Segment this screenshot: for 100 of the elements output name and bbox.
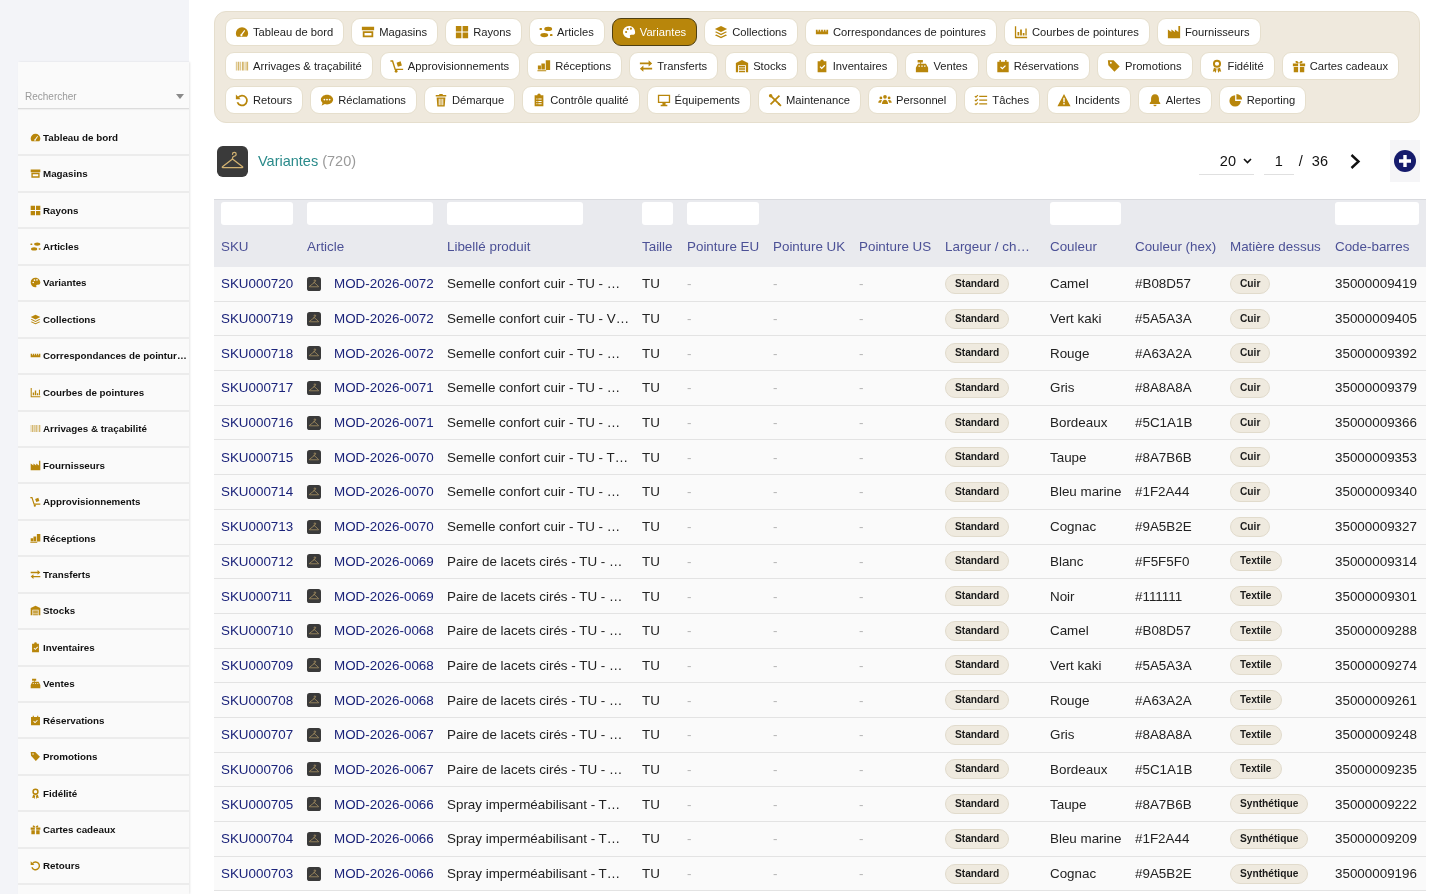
sku-link[interactable]: SKU000709 bbox=[221, 657, 294, 673]
article-link[interactable]: MOD-2026-0068 bbox=[334, 623, 434, 639]
sku-link[interactable]: SKU000708 bbox=[221, 692, 294, 708]
page-size-select[interactable]: 20 bbox=[1198, 147, 1254, 175]
next-page-button[interactable] bbox=[1349, 152, 1361, 170]
article-link[interactable]: MOD-2026-0071 bbox=[334, 380, 434, 396]
nav-tab[interactable]: Collections bbox=[704, 18, 798, 46]
sidebar-item[interactable]: Fidélité bbox=[18, 775, 189, 813]
nav-tab[interactable]: Réceptions bbox=[527, 52, 623, 80]
sku-link[interactable]: SKU000710 bbox=[221, 623, 294, 639]
sku-link[interactable]: SKU000717 bbox=[221, 380, 294, 396]
sidebar-item[interactable]: Ventes bbox=[18, 666, 189, 703]
nav-tab[interactable]: Ventes bbox=[905, 52, 979, 80]
nav-tab[interactable]: Arrivages & traçabilité bbox=[225, 52, 373, 80]
sidebar-item[interactable]: Tableau de bord bbox=[18, 120, 189, 157]
article-link[interactable]: MOD-2026-0072 bbox=[334, 311, 434, 327]
sidebar-item[interactable]: Arrivages & traçabilité bbox=[18, 411, 189, 448]
sku-link[interactable]: SKU000711 bbox=[221, 588, 293, 604]
nav-tab[interactable]: Réclamations bbox=[310, 86, 417, 114]
nav-tab[interactable]: Inventaires bbox=[804, 52, 899, 80]
article-link[interactable]: MOD-2026-0068 bbox=[334, 692, 434, 708]
article-link[interactable]: MOD-2026-0066 bbox=[334, 866, 434, 882]
nav-tab[interactable]: Alertes bbox=[1137, 86, 1212, 114]
sku-link[interactable]: SKU000705 bbox=[221, 796, 294, 812]
nav-tab[interactable]: Fournisseurs bbox=[1156, 18, 1261, 46]
nav-tab[interactable]: Magasins bbox=[351, 18, 439, 46]
nav-tab[interactable]: Cartes cadeaux bbox=[1281, 52, 1399, 80]
sidebar-item[interactable]: Collections bbox=[18, 302, 189, 339]
sidebar-item[interactable]: Réservations bbox=[18, 703, 189, 740]
sku-link[interactable]: SKU000707 bbox=[221, 727, 294, 743]
nav-tab[interactable]: Contrôle qualité bbox=[522, 86, 640, 114]
table-cell: Semelle confort cuir - TU - … bbox=[447, 380, 621, 396]
nav-tab[interactable]: Démarque bbox=[423, 86, 516, 114]
nav-tab[interactable]: Personnel bbox=[867, 86, 958, 114]
table-cell: - bbox=[773, 866, 778, 882]
sidebar-item[interactable]: Courbes de pointures bbox=[18, 375, 189, 412]
sidebar-item[interactable]: Retours bbox=[18, 848, 189, 886]
article-link[interactable]: MOD-2026-0066 bbox=[334, 796, 434, 812]
article-link[interactable]: MOD-2026-0071 bbox=[334, 415, 434, 431]
article-link[interactable]: MOD-2026-0067 bbox=[334, 727, 434, 743]
nav-tab[interactable]: Tableau de bord bbox=[225, 18, 345, 46]
sidebar-item[interactable]: Transferts bbox=[18, 557, 189, 594]
nav-tab[interactable]: Incidents bbox=[1047, 86, 1131, 114]
sidebar-item[interactable]: Articles bbox=[18, 229, 189, 266]
table-cell: - bbox=[859, 831, 864, 847]
sidebar-item[interactable]: Variantes bbox=[18, 265, 189, 303]
article-link[interactable]: MOD-2026-0072 bbox=[334, 276, 434, 292]
sidebar-item[interactable]: Correspondances de pointur… bbox=[18, 338, 189, 376]
add-button[interactable] bbox=[1390, 140, 1420, 182]
nav-tab[interactable]: Approvisionnements bbox=[379, 52, 521, 80]
sku-link[interactable]: SKU000715 bbox=[221, 449, 294, 465]
page-input[interactable]: 1 bbox=[1263, 147, 1294, 175]
nav-tab[interactable]: Correspondances de pointures bbox=[804, 18, 997, 46]
article-link[interactable]: MOD-2026-0066 bbox=[334, 831, 434, 847]
table-cell: Semelle confort cuir - TU - V… bbox=[447, 311, 630, 327]
article-link[interactable]: MOD-2026-0068 bbox=[334, 657, 434, 673]
nav-tab[interactable]: Tâches bbox=[964, 86, 1041, 114]
sku-link[interactable]: SKU000704 bbox=[221, 831, 294, 847]
article-link[interactable]: MOD-2026-0070 bbox=[334, 484, 434, 500]
nav-tab[interactable]: Stocks bbox=[725, 52, 798, 80]
sku-link[interactable]: SKU000703 bbox=[221, 866, 294, 882]
sku-link[interactable]: SKU000712 bbox=[221, 553, 294, 569]
search-field[interactable]: Rechercher bbox=[18, 85, 176, 108]
sku-link[interactable]: SKU000719 bbox=[221, 311, 294, 327]
caret-down-icon[interactable] bbox=[176, 94, 184, 99]
barcode-icon bbox=[235, 59, 249, 73]
sku-link[interactable]: SKU000716 bbox=[221, 415, 294, 431]
sidebar-item[interactable]: Cartes cadeaux bbox=[18, 812, 189, 849]
sidebar-item[interactable]: Inventaires bbox=[18, 630, 189, 667]
sku-link[interactable]: SKU000713 bbox=[221, 519, 294, 535]
nav-tab[interactable]: Promotions bbox=[1096, 52, 1193, 80]
sku-link[interactable]: SKU000720 bbox=[221, 276, 294, 292]
nav-tab[interactable]: Reporting bbox=[1218, 86, 1307, 114]
article-link[interactable]: MOD-2026-0069 bbox=[334, 588, 434, 604]
article-link[interactable]: MOD-2026-0067 bbox=[334, 761, 434, 777]
nav-tab[interactable]: Retours bbox=[225, 86, 304, 114]
sidebar-item[interactable]: Magasins bbox=[18, 156, 189, 193]
nav-tab[interactable]: Transferts bbox=[629, 52, 719, 80]
sku-link[interactable]: SKU000718 bbox=[221, 345, 294, 361]
sidebar-item[interactable]: Réceptions bbox=[18, 520, 189, 558]
table-cell: - bbox=[687, 415, 692, 431]
nav-tab[interactable]: Articles bbox=[529, 18, 605, 46]
nav-tab[interactable]: Rayons bbox=[445, 18, 523, 46]
article-link[interactable]: MOD-2026-0072 bbox=[334, 345, 434, 361]
nav-tab[interactable]: Équipements bbox=[646, 86, 751, 114]
sidebar-item[interactable]: Stocks bbox=[18, 593, 189, 631]
nav-tab[interactable]: Courbes de pointures bbox=[1003, 18, 1150, 46]
store-icon bbox=[361, 25, 376, 39]
sidebar-item[interactable]: Rayons bbox=[18, 192, 189, 230]
sidebar-item[interactable]: Approvisionnements bbox=[18, 484, 189, 521]
nav-tab[interactable]: Fidélité bbox=[1199, 52, 1275, 80]
sku-link[interactable]: SKU000714 bbox=[221, 484, 294, 500]
nav-tab[interactable]: Maintenance bbox=[757, 86, 861, 114]
nav-tab[interactable]: Réservations bbox=[985, 52, 1090, 80]
sidebar-item[interactable]: Fournisseurs bbox=[18, 447, 189, 485]
article-link[interactable]: MOD-2026-0070 bbox=[334, 449, 434, 465]
sidebar-item[interactable]: Promotions bbox=[18, 739, 189, 776]
sku-link[interactable]: SKU000706 bbox=[221, 761, 294, 777]
article-link[interactable]: MOD-2026-0070 bbox=[334, 519, 434, 535]
article-link[interactable]: MOD-2026-0069 bbox=[334, 553, 434, 569]
